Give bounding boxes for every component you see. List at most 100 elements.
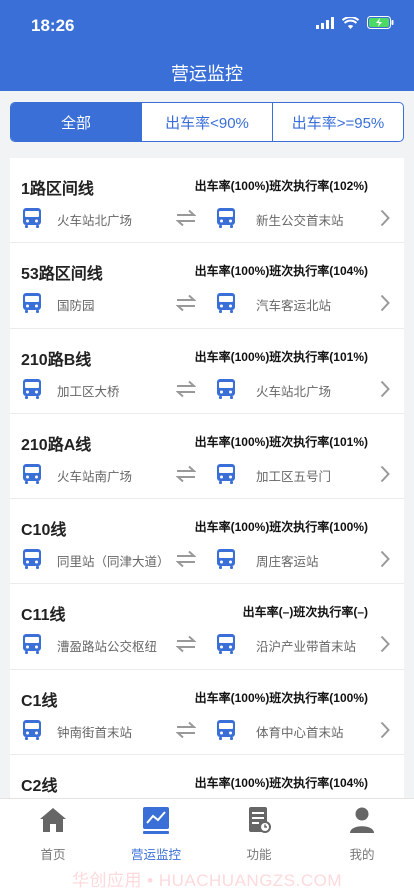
- swap-arrows-icon: [176, 721, 196, 739]
- origin-stop: 国防园: [57, 299, 95, 314]
- bus-icon: [217, 293, 235, 314]
- filter-rate-below-90[interactable]: 出车率<90%: [142, 103, 273, 141]
- bus-icon: [23, 719, 41, 740]
- chevron-right-icon[interactable]: [380, 635, 390, 653]
- bus-icon: [217, 549, 235, 570]
- destination-stop: 新生公交首末站: [256, 214, 344, 228]
- destination-stop: 火车站北广场: [256, 384, 332, 399]
- route-name: C10线: [21, 522, 67, 540]
- origin-stop: 同里站（同津大道）: [57, 555, 170, 570]
- destination-stop: 加工区五号门: [256, 469, 332, 484]
- bus-icon: [217, 719, 235, 740]
- route-card[interactable]: C2线 出车率(100%)班次执行率(104%): [10, 755, 404, 798]
- route-card[interactable]: 1路区间线 出车率(100%)班次执行率(102%) 火车站北广场 新生公交首末…: [10, 158, 404, 244]
- bus-icon: [23, 634, 41, 655]
- route-rates: 出车率(100%)班次执行率(104%): [194, 776, 368, 791]
- chevron-right-icon[interactable]: [380, 465, 390, 483]
- chevron-right-icon[interactable]: [380, 209, 390, 227]
- route-stops-row: 加工区大桥 火车站北广场: [10, 375, 404, 403]
- user-icon: [350, 807, 374, 833]
- route-stops-row: 漕盈路站公交枢纽 沿沪产业带首末站: [10, 630, 404, 658]
- status-bar: 18:26: [0, 0, 414, 48]
- route-rates: 出车率(100%)班次执行率(102%): [194, 179, 368, 193]
- swap-arrows-icon: [176, 380, 196, 397]
- origin-stop: 加工区大桥: [57, 384, 120, 399]
- route-card[interactable]: C10线 出车率(100%)班次执行率(100%) 同里站（同津大道） 周庄客运…: [10, 499, 404, 585]
- tab-mine[interactable]: 我的: [312, 805, 412, 863]
- route-rates: 出车率(100%)班次执行率(104%): [194, 264, 368, 279]
- route-name: 53路区间线: [21, 266, 103, 284]
- route-rates: 出车率(100%)班次执行率(101%): [194, 434, 368, 449]
- chevron-right-icon[interactable]: [380, 721, 390, 739]
- destination-stop: 体育中心首末站: [256, 725, 344, 740]
- destination-stop: 沿沪产业带首末站: [256, 640, 357, 655]
- route-card[interactable]: 210路B线 出车率(100%)班次执行率(101%) 加工区大桥 火车站北广场: [10, 329, 404, 414]
- filter-rate-above-95[interactable]: 出车率>=95%: [273, 103, 403, 141]
- bus-icon: [217, 463, 235, 484]
- tab-bar: 首页 营运监控 功能 我的 华创应用 • HUACHUANGZS.COM: [0, 798, 414, 896]
- origin-stop: 火车站北广场: [57, 214, 133, 228]
- origin-stop: 漕盈路站公交枢纽: [57, 640, 158, 655]
- route-card[interactable]: C11线 出车率(–)班次执行率(–) 漕盈路站公交枢纽 沿沪产业带首末站: [10, 584, 404, 670]
- route-stops-row: 国防园 汽车客运北站: [10, 289, 404, 317]
- route-rates: 出车率(100%)班次执行率(100%): [194, 690, 368, 705]
- route-stops-row: 同里站（同津大道） 周庄客运站: [10, 545, 404, 573]
- tab-monitor-label: 营运监控: [130, 848, 181, 862]
- route-rates: 出车率(100%)班次执行率(100%): [194, 520, 368, 535]
- bus-icon: [23, 208, 41, 228]
- route-card[interactable]: 210路A线 出车率(100%)班次执行率(101%) 火车站南广场 加工区五号…: [10, 414, 404, 500]
- route-name: C1线: [21, 692, 58, 710]
- wifi-icon: [342, 16, 359, 29]
- route-stops-row: 钟南街首末站 体育中心首末站: [10, 716, 404, 744]
- watermark: 华创应用 • HUACHUANGZS.COM: [71, 871, 343, 890]
- route-stops-row: 火车站南广场 加工区五号门: [10, 460, 404, 488]
- tab-mine-label: 我的: [349, 848, 375, 862]
- route-name: 210路A线: [21, 436, 92, 454]
- bus-icon: [217, 208, 235, 228]
- route-name: 210路B线: [21, 351, 92, 369]
- swap-arrows-icon: [176, 295, 196, 312]
- route-list: 1路区间线 出车率(100%)班次执行率(102%) 火车站北广场 新生公交首末…: [10, 158, 404, 798]
- route-rates: 出车率(–)班次执行率(–): [242, 605, 368, 620]
- swap-arrows-icon: [176, 465, 196, 483]
- bus-icon: [23, 378, 41, 399]
- bus-icon: [217, 634, 235, 655]
- swap-arrows-icon: [176, 550, 196, 568]
- page-title: 营运监控: [171, 64, 243, 84]
- route-name: 1路区间线: [21, 181, 94, 198]
- header: 18:26 营运监控: [0, 0, 414, 91]
- document-icon: [249, 807, 271, 833]
- filter-segmented-control: 全部 出车率<90% 出车率>=95%: [10, 102, 404, 142]
- swap-arrows-icon: [176, 636, 196, 653]
- tab-home-label: 首页: [40, 848, 66, 862]
- destination-stop: 周庄客运站: [256, 555, 319, 570]
- tab-home[interactable]: 首页: [3, 805, 103, 863]
- tab-functions-label: 功能: [246, 848, 272, 862]
- route-stops-row: 火车站北广场 新生公交首末站: [10, 204, 404, 232]
- tab-monitor[interactable]: 营运监控: [106, 805, 206, 863]
- chevron-right-icon[interactable]: [380, 294, 390, 312]
- bus-icon: [217, 378, 235, 399]
- status-icons: [316, 16, 394, 29]
- route-name: C2线: [21, 778, 58, 796]
- signal-icon: [316, 16, 334, 29]
- origin-stop: 火车站南广场: [57, 469, 133, 484]
- route-card[interactable]: C1线 出车率(100%)班次执行率(100%) 钟南街首末站 体育中心首末站: [10, 670, 404, 756]
- monitor-chart-icon: [143, 807, 169, 834]
- swap-arrows-icon: [176, 209, 196, 227]
- route-name: C11线: [21, 607, 66, 625]
- home-icon: [40, 808, 66, 832]
- route-card[interactable]: 53路区间线 出车率(100%)班次执行率(104%) 国防园 汽车客运北站: [10, 243, 404, 329]
- status-time: 18:26: [31, 16, 75, 35]
- bus-icon: [23, 463, 41, 484]
- chevron-right-icon[interactable]: [380, 550, 390, 568]
- route-rates: 出车率(100%)班次执行率(101%): [194, 349, 368, 364]
- destination-stop: 汽车客运北站: [256, 299, 332, 314]
- filter-all[interactable]: 全部: [11, 103, 142, 141]
- tab-functions[interactable]: 功能: [209, 805, 309, 863]
- chevron-right-icon[interactable]: [380, 380, 390, 398]
- battery-charging-icon: [367, 16, 394, 29]
- bus-icon: [23, 293, 41, 314]
- filter-bar: 全部 出车率<90% 出车率>=95%: [0, 91, 414, 153]
- bus-icon: [23, 549, 41, 570]
